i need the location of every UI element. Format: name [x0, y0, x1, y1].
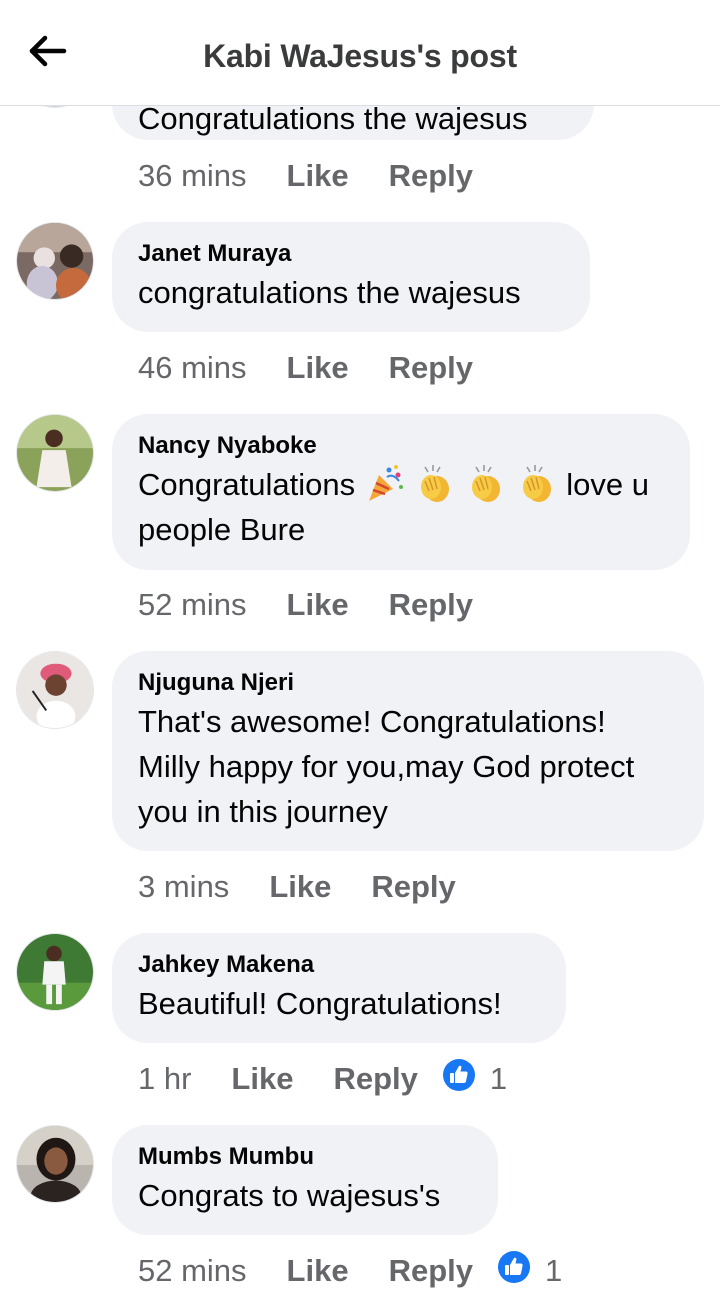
comment-actions: 52 mins Like Reply: [138, 585, 473, 625]
page-title: Kabi WaJesus's post: [203, 38, 517, 74]
comment-time: 52 mins: [138, 1253, 247, 1288]
avatar[interactable]: [16, 933, 94, 1011]
like-button[interactable]: Like: [287, 1253, 349, 1289]
comment-author[interactable]: Njuguna Njeri: [138, 669, 678, 697]
comment-time: 52 mins: [138, 587, 247, 622]
party-popper-emoji-icon: [365, 463, 405, 503]
reply-button[interactable]: Reply: [389, 587, 473, 623]
comment-text-line: That's awesome! Congratulations!: [138, 704, 606, 739]
like-button[interactable]: Like: [231, 1061, 293, 1097]
avatar[interactable]: [16, 1125, 94, 1203]
reaction-count: 1: [545, 1253, 563, 1288]
clapping-hands-emoji-icon: [415, 463, 455, 503]
top-bar: Kabi WaJesus's post: [0, 0, 720, 106]
comment-author[interactable]: Mumbs Mumbu: [138, 1143, 472, 1171]
comment-actions: 3 mins Like Reply: [138, 867, 456, 907]
comment-text: That's awesome! Congratulations! Milly h…: [138, 699, 678, 834]
reaction-summary[interactable]: 1: [497, 1250, 562, 1292]
avatar[interactable]: [16, 414, 94, 492]
comment-actions: 46 mins Like Reply: [138, 348, 473, 388]
clapping-hands-emoji-icon: [466, 463, 506, 503]
comment-bubble: Njuguna Njeri That's awesome! Congratula…: [112, 651, 704, 851]
comment-text-start: Congratulations: [138, 467, 356, 502]
comment-text-line: Milly happy for you,may God protect: [138, 749, 635, 784]
clapping-hands-emoji-icon: [517, 463, 557, 503]
like-button[interactable]: Like: [287, 587, 349, 623]
like-button[interactable]: Like: [269, 869, 331, 905]
comment-bubble: Mumbs Mumbu Congrats to wajesus's: [112, 1125, 498, 1235]
like-button[interactable]: Like: [287, 158, 349, 194]
comment-time: 1 hr: [138, 1061, 192, 1096]
reply-button[interactable]: Reply: [333, 1061, 417, 1097]
comment-actions: 52 mins Like Reply 1: [138, 1251, 562, 1291]
reply-button[interactable]: Reply: [371, 869, 455, 905]
comment-text: Congratulations love u people Bure: [138, 462, 664, 552]
comment-text-line: you in this journey: [138, 794, 388, 829]
reply-button[interactable]: Reply: [389, 158, 473, 194]
like-button[interactable]: Like: [287, 350, 349, 386]
comment-author[interactable]: Jahkey Makena: [138, 951, 540, 979]
comment-bubble: Nancy Nyaboke Congratulations love u peo…: [112, 414, 690, 570]
comment-bubble: Jahkey Makena Beautiful! Congratulations…: [112, 933, 566, 1043]
comment-text: congratulations the wajesus: [138, 275, 521, 310]
thumbs-up-icon: [442, 1058, 476, 1100]
reaction-summary[interactable]: 1: [442, 1058, 507, 1100]
reply-button[interactable]: Reply: [389, 350, 473, 386]
comment-text: Congrats to wajesus's: [138, 1178, 441, 1213]
comment-time: 36 mins: [138, 158, 247, 193]
comment-author[interactable]: Janet Muraya: [138, 240, 564, 268]
comment-actions: 36 mins Like Reply: [138, 156, 473, 196]
comment-text: Beautiful! Congratulations!: [138, 986, 502, 1021]
avatar[interactable]: [16, 222, 94, 300]
avatar[interactable]: [16, 651, 94, 729]
reply-button[interactable]: Reply: [389, 1253, 473, 1289]
comments-feed: Congratulations the wajesus 36 mins Like…: [0, 0, 720, 1310]
comment-text-line2: people Bure: [138, 512, 306, 547]
reaction-count: 1: [489, 1061, 508, 1096]
thumbs-up-icon: [497, 1250, 531, 1292]
comment-text-end: love u: [566, 467, 649, 502]
comment-author[interactable]: Nancy Nyaboke: [138, 432, 664, 460]
comment-time: 3 mins: [138, 869, 230, 904]
comment-time: 46 mins: [138, 350, 247, 385]
comment-actions: 1 hr Like Reply 1: [138, 1059, 507, 1099]
comment-bubble: Janet Muraya congratulations the wajesus: [112, 222, 590, 332]
